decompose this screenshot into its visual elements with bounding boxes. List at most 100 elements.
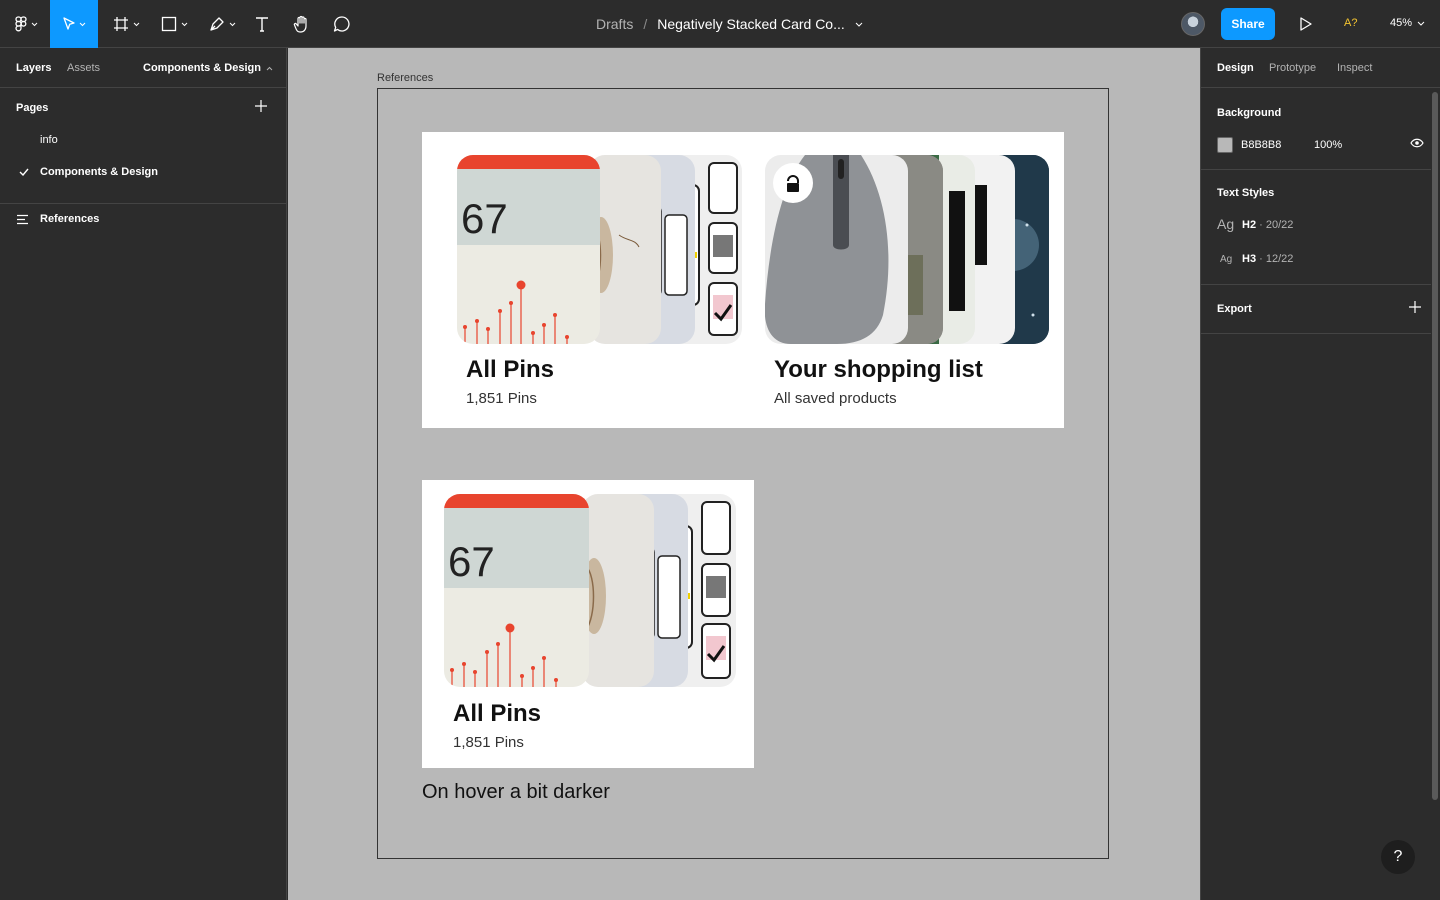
- comment-icon: [333, 16, 350, 32]
- tab-prototype[interactable]: Prototype: [1269, 62, 1316, 74]
- pen-tool-button[interactable]: [204, 0, 240, 48]
- cursor-icon: [62, 17, 75, 30]
- breadcrumb-separator: /: [643, 16, 648, 32]
- chevron-down-icon: [133, 22, 139, 26]
- zoom-level: 45%: [1390, 17, 1413, 29]
- chevron-down-icon: [79, 22, 85, 26]
- hand-icon: [293, 15, 307, 33]
- text-style-spec: · 20/22: [1259, 219, 1294, 231]
- panel-divider: [1201, 333, 1431, 334]
- left-panel: Layers Assets Components & Design Pages …: [0, 48, 287, 900]
- card-subtitle: 1,851 Pins: [453, 734, 524, 751]
- pins-cover-chart-image: 67: [457, 155, 600, 344]
- card-subtitle: 1,851 Pins: [466, 390, 537, 407]
- cover-number: 67: [461, 195, 508, 242]
- page-selector-label: Components & Design: [143, 62, 261, 74]
- tab-assets[interactable]: Assets: [67, 62, 100, 74]
- file-title[interactable]: Negatively Stacked Card Co...: [657, 16, 845, 32]
- play-icon[interactable]: [1295, 14, 1315, 34]
- chevron-up-icon: [266, 66, 273, 70]
- check-icon: [19, 168, 29, 176]
- hover-note-text[interactable]: On hover a bit darker: [422, 781, 610, 804]
- shape-tool-button[interactable]: [156, 0, 192, 48]
- help-button[interactable]: ?: [1381, 840, 1415, 874]
- text-styles-heading: Text Styles: [1217, 187, 1275, 199]
- panel-divider: [0, 203, 286, 204]
- pen-icon: [209, 17, 224, 31]
- add-export-icon[interactable]: [1409, 301, 1421, 313]
- text-tool-button[interactable]: [250, 0, 274, 48]
- mouse-product-image: [765, 155, 889, 344]
- toolbar: Drafts / Negatively Stacked Card Co... S…: [0, 0, 1440, 48]
- export-heading: Export: [1217, 303, 1252, 315]
- all-pins-image-stack: 67: [444, 494, 736, 687]
- illustration-thumbnail-image: [582, 558, 606, 634]
- card-title: Your shopping list: [774, 356, 983, 383]
- section-layer-icon: [17, 214, 28, 225]
- all-pins-image-stack: 67: [457, 155, 742, 344]
- main-menu-button[interactable]: [8, 0, 44, 48]
- tab-inspect[interactable]: Inspect: [1337, 62, 1372, 74]
- card-subtitle: All saved products: [774, 390, 897, 407]
- stack-cover-image: 67: [444, 494, 589, 687]
- chevron-down-icon[interactable]: [855, 22, 863, 27]
- tab-layers[interactable]: Layers: [16, 62, 51, 74]
- text-icon: [256, 17, 268, 32]
- right-panel: Design Prototype Inspect Background B8B8…: [1200, 48, 1440, 900]
- chevron-down-icon: [229, 22, 235, 26]
- missing-fonts-indicator[interactable]: A?: [1344, 17, 1357, 29]
- figma-app: Drafts / Negatively Stacked Card Co... S…: [0, 0, 1440, 900]
- pages-heading: Pages: [16, 102, 49, 114]
- text-style-h3[interactable]: H3 · 12/22: [1242, 253, 1293, 265]
- tab-design[interactable]: Design: [1217, 62, 1254, 74]
- background-heading: Background: [1217, 107, 1282, 119]
- add-page-icon[interactable]: [255, 100, 267, 112]
- stack-cover-image: [765, 155, 908, 344]
- left-panel-tabs: Layers Assets Components & Design: [0, 48, 286, 88]
- avatar[interactable]: [1181, 12, 1205, 36]
- breadcrumb[interactable]: Drafts: [596, 16, 633, 32]
- canvas[interactable]: References 67 All Pins 1,851 Pins Your s…: [288, 48, 1200, 900]
- file-title-area[interactable]: Drafts / Negatively Stacked Card Co...: [596, 0, 863, 48]
- page-selector[interactable]: Components & Design: [143, 62, 273, 74]
- shopping-image-stack: [765, 155, 1049, 344]
- card-title: All Pins: [453, 700, 542, 727]
- frame-tool-button[interactable]: [108, 0, 144, 48]
- hand-tool-button[interactable]: [290, 0, 314, 48]
- card-group-top[interactable]: 67 All Pins 1,851 Pins Your shopping lis…: [422, 132, 1064, 428]
- chevron-down-icon: [1417, 21, 1425, 26]
- right-panel-scrollbar[interactable]: [1432, 92, 1438, 800]
- card-title: All Pins: [466, 356, 555, 383]
- move-tool-button[interactable]: [50, 0, 98, 48]
- text-style-name: H2: [1242, 219, 1257, 231]
- panel-divider: [1201, 284, 1431, 285]
- stack-image-2: [582, 494, 654, 687]
- frame-label[interactable]: References: [377, 72, 433, 84]
- comment-tool-button[interactable]: [330, 0, 354, 48]
- text-style-sample: Ag: [1220, 254, 1233, 265]
- page-item-components-design[interactable]: Components & Design: [40, 166, 158, 178]
- background-opacity-value[interactable]: 100%: [1314, 139, 1342, 151]
- rectangle-icon: [161, 16, 176, 32]
- figma-logo-icon: [14, 16, 27, 32]
- background-color-swatch[interactable]: [1217, 137, 1233, 153]
- cover-number: 67: [448, 538, 495, 585]
- text-style-sample: Ag: [1217, 216, 1235, 232]
- card-hover-state[interactable]: 67 All Pins 1,851 Pins: [422, 480, 754, 768]
- text-style-h2[interactable]: H2 · 20/22: [1242, 219, 1293, 231]
- background-hex-value[interactable]: B8B8B8: [1241, 139, 1281, 151]
- frame-icon: [113, 17, 128, 31]
- chevron-down-icon: [31, 22, 37, 26]
- text-style-spec: · 12/22: [1259, 253, 1294, 265]
- text-style-name: H3: [1242, 253, 1257, 265]
- right-panel-tabs: Design Prototype Inspect: [1201, 48, 1440, 88]
- share-button[interactable]: Share: [1221, 8, 1275, 40]
- pins-cover-chart-image: 67: [444, 494, 589, 687]
- zoom-dropdown[interactable]: 45%: [1390, 17, 1425, 29]
- page-item-info[interactable]: info: [40, 134, 58, 146]
- chevron-down-icon: [181, 22, 187, 26]
- layer-item-references[interactable]: References: [40, 213, 99, 225]
- eye-icon[interactable]: [1410, 138, 1424, 148]
- stack-cover-image: 67: [457, 155, 600, 344]
- panel-divider: [1201, 169, 1431, 170]
